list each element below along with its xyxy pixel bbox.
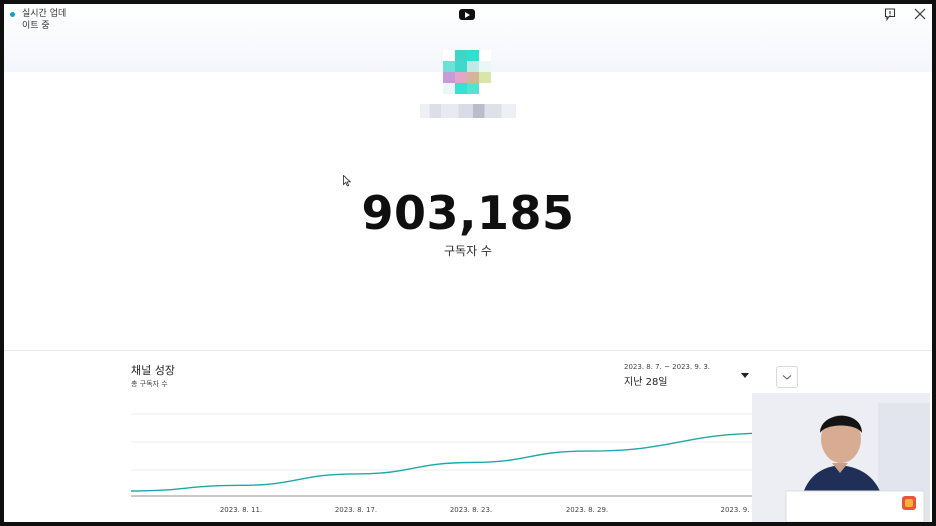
channel-name-blurred bbox=[420, 104, 516, 118]
subscriber-count: 903,185 bbox=[361, 186, 575, 240]
expand-chart-button[interactable] bbox=[776, 366, 798, 388]
live-dot-icon bbox=[10, 12, 15, 17]
section-divider bbox=[4, 350, 932, 351]
youtube-logo-icon bbox=[459, 9, 475, 20]
date-range: 2023. 8. 7. ~ 2023. 9. 3. bbox=[624, 363, 711, 371]
live-status-line2: 이트 중 bbox=[22, 21, 50, 31]
subscriber-count-label: 구독자 수 bbox=[444, 244, 492, 258]
webcam-overlay bbox=[752, 393, 930, 522]
x-tick-label: 2023. 8. 17. bbox=[335, 506, 377, 514]
period-selector[interactable]: 지난 28일 bbox=[624, 373, 668, 388]
close-icon[interactable] bbox=[914, 8, 926, 20]
channel-growth-title: 채널 성장 bbox=[131, 364, 175, 377]
x-tick-label: 2023. 8. 23. bbox=[450, 506, 492, 514]
subscriber-growth-chart: 2023. 8. 11. 2023. 8. 17. 2023. 8. 23. 2023… bbox=[131, 413, 771, 514]
chevron-down-icon bbox=[782, 375, 792, 380]
x-tick-label: 2023. 9. bbox=[721, 506, 750, 514]
live-status-line1: 실시간 업데 bbox=[22, 9, 67, 19]
webcam-person-image bbox=[752, 393, 930, 522]
channel-growth-subtitle: 총 구독자 수 bbox=[131, 380, 168, 388]
live-count-window: 실시간 업데 이트 중 903,185 구독자 수 채널 성장 총 구독자 수 … bbox=[4, 4, 932, 522]
feedback-flag-icon[interactable] bbox=[884, 8, 896, 21]
x-tick-label: 2023. 8. 11. bbox=[220, 506, 262, 514]
x-tick-label: 2023. 8. 29. bbox=[566, 506, 608, 514]
live-update-status: 실시간 업데 이트 중 bbox=[10, 8, 66, 32]
channel-avatar bbox=[443, 50, 491, 94]
period-dropdown-caret-icon[interactable] bbox=[741, 373, 749, 378]
